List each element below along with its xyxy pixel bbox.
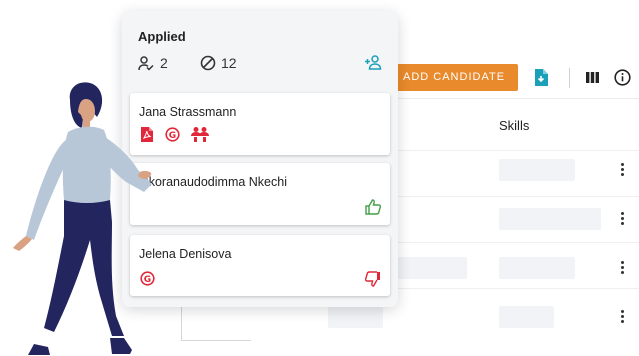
group-icon[interactable] (191, 126, 209, 142)
row-divider (390, 196, 639, 197)
info-icon[interactable] (614, 69, 631, 86)
row-divider (390, 242, 639, 243)
block-icon (200, 55, 216, 71)
woman-illustration (13, 82, 152, 355)
row-divider (390, 288, 639, 289)
candidate-card[interactable]: Okoranaudodimma Nkechi (130, 163, 390, 225)
skills-placeholder (499, 208, 601, 230)
row-divider (390, 150, 639, 151)
rejected-count: 12 (200, 55, 237, 71)
candidate-card[interactable]: Jelena Denisova G (130, 235, 390, 296)
applied-column: Applied 2 12 Jana Strassmann G Okoranaud… (122, 11, 398, 307)
add-person-icon[interactable] (364, 55, 382, 70)
row-menu-icon[interactable] (620, 261, 624, 275)
skills-placeholder (499, 257, 575, 279)
rejected-count-value: 12 (221, 55, 237, 71)
row-menu-icon[interactable] (620, 212, 624, 226)
candidate-name: Okoranaudodimma Nkechi (139, 175, 287, 189)
svg-text:G: G (169, 131, 176, 141)
add-candidate-button[interactable]: ADD CANDIDATE (392, 64, 518, 91)
thumbs-up-icon[interactable] (365, 199, 381, 215)
g-badge-icon[interactable]: G (165, 127, 180, 142)
cell-placeholder (328, 306, 383, 328)
columns-icon[interactable] (586, 72, 599, 83)
skills-placeholder (499, 159, 575, 181)
skills-column-header[interactable]: Skills (499, 118, 529, 133)
toolbar-divider (569, 68, 570, 88)
export-file-icon[interactable] (534, 69, 548, 86)
row-menu-icon[interactable] (620, 163, 624, 177)
cell-placeholder (395, 257, 467, 279)
candidate-card[interactable]: Jana Strassmann G (130, 93, 390, 155)
assigned-count-value: 2 (160, 55, 168, 71)
thumbs-down-icon[interactable] (365, 271, 381, 287)
panel-edge (181, 340, 251, 341)
row-menu-icon[interactable] (620, 310, 624, 324)
skills-placeholder (499, 306, 554, 328)
